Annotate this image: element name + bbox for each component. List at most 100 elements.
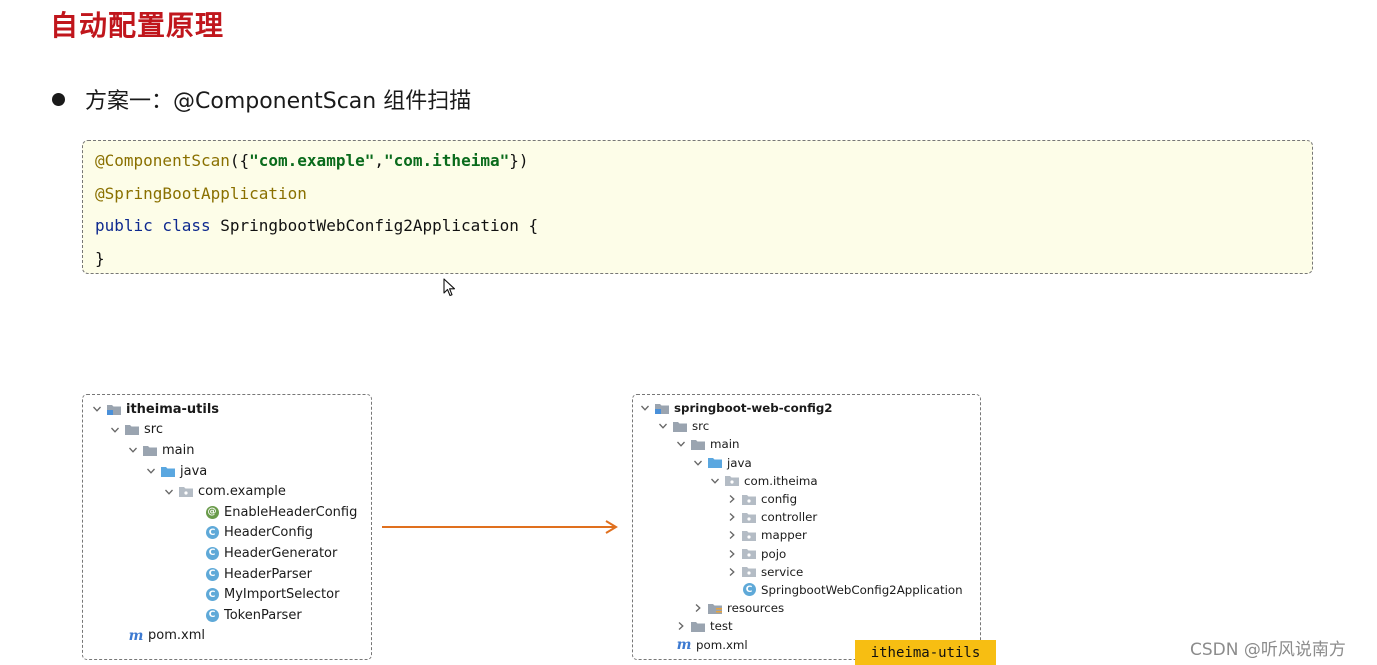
tree-node-class[interactable]: C HeaderConfig	[83, 523, 371, 544]
tree-node-class[interactable]: C TokenParser	[83, 605, 371, 626]
tree-label: service	[761, 564, 804, 579]
arrow-right-icon	[382, 520, 618, 534]
chevron-right-icon[interactable]	[724, 512, 740, 522]
chevron-down-icon[interactable]	[673, 439, 689, 449]
tree-label: HeaderConfig	[224, 525, 314, 541]
tree-node-pom[interactable]: m pom.xml	[83, 626, 371, 647]
tree-node-root[interactable]: springboot-web-config2	[633, 399, 980, 417]
tree-label: test	[710, 619, 733, 634]
tree-label: java	[180, 463, 208, 479]
tree-node-src[interactable]: src	[83, 420, 371, 441]
chevron-down-icon[interactable]	[89, 404, 105, 414]
tree-node-resources[interactable]: resources	[633, 599, 980, 617]
tree-node-subpackage[interactable]: config	[633, 490, 980, 508]
chevron-right-icon[interactable]	[673, 621, 689, 631]
tree-node-subpackage[interactable]: controller	[633, 508, 980, 526]
tree-node-main[interactable]: main	[83, 440, 371, 461]
source-folder-icon	[159, 464, 177, 478]
code-string: "com.example"	[249, 151, 375, 170]
chevron-down-icon[interactable]	[107, 425, 123, 435]
tree-node-subpackage[interactable]: service	[633, 563, 980, 581]
annotation-class-icon: @	[205, 505, 219, 519]
tree-label: java	[727, 455, 752, 470]
code-punct: })	[509, 151, 529, 170]
tree-node-class[interactable]: C HeaderParser	[83, 564, 371, 585]
code-punct: ({	[229, 151, 250, 170]
maven-icon: m	[676, 636, 692, 653]
maven-icon: m	[128, 627, 144, 644]
tree-node-root[interactable]: itheima-utils	[83, 399, 371, 420]
tree-node-class[interactable]: C HeaderGenerator	[83, 543, 371, 564]
mouse-cursor-icon	[443, 278, 456, 297]
bullet-dot-icon	[52, 92, 65, 106]
class-icon: C	[203, 608, 221, 622]
module-folder-icon	[653, 401, 671, 415]
chevron-down-icon[interactable]	[655, 421, 671, 431]
code-line-4: }	[95, 243, 1312, 276]
chevron-down-icon[interactable]	[690, 458, 706, 468]
tree-node-class[interactable]: @ EnableHeaderConfig	[83, 502, 371, 523]
tree-label: config	[761, 492, 798, 507]
package-icon	[723, 474, 741, 488]
folder-icon	[141, 443, 159, 457]
tree-label: pom.xml	[696, 637, 748, 652]
tree-label: controller	[761, 510, 818, 525]
page-title: 自动配置原理	[50, 9, 225, 42]
tree-node-test[interactable]: test	[633, 617, 980, 635]
tree-label: resources	[727, 601, 785, 616]
chevron-right-icon[interactable]	[724, 567, 740, 577]
tree-node-package[interactable]: com.itheima	[633, 472, 980, 490]
code-keyword: public class	[95, 216, 211, 235]
module-folder-icon	[105, 402, 123, 416]
chevron-down-icon[interactable]	[161, 487, 177, 497]
code-line-2: @SpringBootApplication	[95, 178, 1312, 211]
code-line-1: @ComponentScan({"com.example","com.ithei…	[95, 145, 1312, 178]
watermark: CSDN @听风说南方	[1190, 640, 1346, 660]
left-project-tree: itheima-utils src main java com.example …	[82, 394, 372, 660]
code-annotation: @SpringBootApplication	[95, 183, 307, 203]
chevron-right-icon[interactable]	[724, 530, 740, 540]
tree-label: src	[692, 419, 710, 434]
tree-label: src	[144, 422, 163, 438]
class-icon: C	[203, 546, 221, 560]
tree-node-src[interactable]: src	[633, 417, 980, 435]
chevron-down-icon[interactable]	[637, 403, 653, 413]
chevron-down-icon[interactable]	[707, 476, 723, 486]
bullet-item: 方案一：@ComponentScan 组件扫描	[52, 84, 471, 114]
code-closing-brace: }	[95, 248, 105, 268]
package-icon	[740, 492, 758, 506]
tree-node-subpackage[interactable]: pojo	[633, 545, 980, 563]
code-annotation: @ComponentScan	[95, 151, 230, 170]
tree-node-main[interactable]: main	[633, 435, 980, 453]
tree-node-package[interactable]: com.example	[83, 481, 371, 502]
resources-folder-icon	[706, 601, 724, 615]
chevron-down-icon[interactable]	[125, 445, 141, 455]
package-icon	[740, 528, 758, 542]
spring-boot-class-icon: C	[740, 583, 758, 597]
tree-label: main	[162, 442, 195, 458]
tree-node-java[interactable]: java	[83, 461, 371, 482]
source-folder-icon	[706, 456, 724, 470]
class-icon: C	[203, 526, 221, 540]
tree-label: main	[710, 437, 740, 452]
tree-label: springboot-web-config2	[674, 401, 833, 416]
tree-label: pojo	[761, 546, 787, 561]
chevron-right-icon[interactable]	[724, 549, 740, 559]
tree-label: pom.xml	[148, 628, 205, 644]
chevron-right-icon[interactable]	[690, 603, 706, 613]
tree-node-class[interactable]: C MyImportSelector	[83, 584, 371, 605]
tree-label: TokenParser	[224, 607, 302, 623]
tree-node-java[interactable]: java	[633, 454, 980, 472]
tree-label: com.itheima	[744, 473, 818, 488]
code-block: @ComponentScan({"com.example","com.ithei…	[82, 140, 1313, 274]
tree-node-app-class[interactable]: C SpringbootWebConfig2Application	[633, 581, 980, 599]
chevron-right-icon[interactable]	[724, 494, 740, 504]
chevron-down-icon[interactable]	[143, 466, 159, 476]
tree-label: com.example	[198, 484, 286, 500]
tree-label: itheima-utils	[126, 401, 220, 417]
tree-node-subpackage[interactable]: mapper	[633, 526, 980, 544]
code-class-decl: SpringbootWebConfig2Application {	[210, 216, 539, 235]
package-icon	[740, 510, 758, 524]
package-icon	[740, 547, 758, 561]
dependency-tag: itheima-utils	[855, 640, 996, 665]
